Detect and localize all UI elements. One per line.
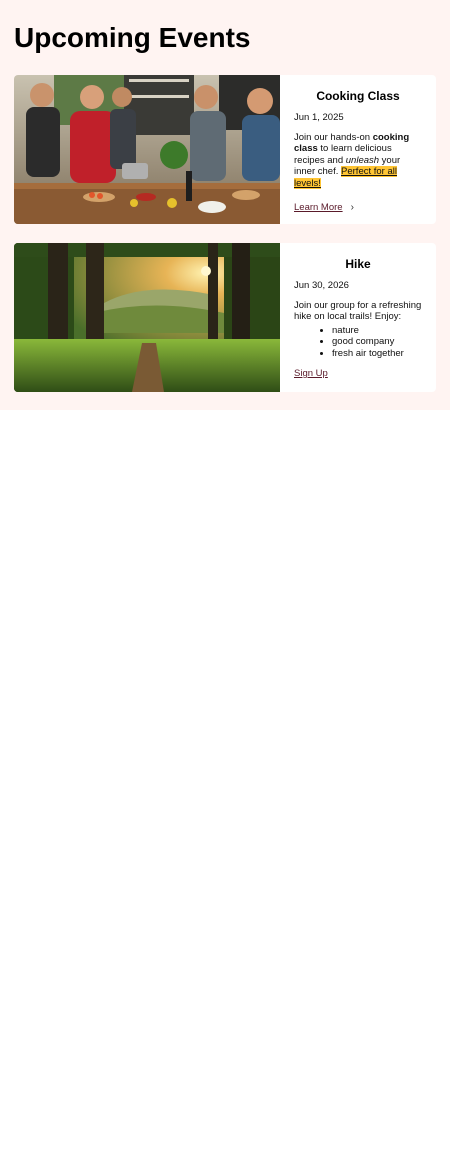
learn-more-link[interactable]: Learn More <box>294 202 343 214</box>
event-date: Jun 1, 2025 <box>294 112 344 123</box>
event-description: Join our hands-on cooking class to learn… <box>294 132 422 190</box>
event-title: Cooking Class <box>316 89 400 103</box>
event-card-body: Hike Jun 30, 2026 Join our group for a r… <box>280 243 436 392</box>
list-item: fresh air together <box>332 348 422 360</box>
cooking-class-image <box>14 75 280 224</box>
sign-up-link[interactable]: Sign Up <box>294 368 328 380</box>
hike-image <box>14 243 280 392</box>
chevron-right-icon: › <box>350 202 354 213</box>
event-description: Join our group for a refreshing hike on … <box>294 299 422 323</box>
event-card-hike: Hike Jun 30, 2026 Join our group for a r… <box>14 243 436 392</box>
enjoy-list: nature good company fresh air together <box>294 325 422 360</box>
event-card-cooking: Cooking Class Jun 1, 2025 Join our hands… <box>14 75 436 224</box>
list-item: good company <box>332 336 422 348</box>
list-item: nature <box>332 325 422 337</box>
event-title: Hike <box>345 257 371 271</box>
cooking-class-photo-icon <box>14 75 280 224</box>
page-title: Upcoming Events <box>14 22 251 53</box>
desc-text: Join our hands-on <box>294 131 373 143</box>
desc-italic-text: unleash <box>345 154 380 166</box>
event-date: Jun 30, 2026 <box>294 280 349 291</box>
page-container: Upcoming Events Cooking Class Jun 1, 202… <box>0 0 450 410</box>
learn-more-label: Learn More <box>294 202 343 213</box>
events-list: Cooking Class Jun 1, 2025 Join our hands… <box>14 75 436 392</box>
forest-trail-photo-icon <box>14 243 280 392</box>
event-card-body: Cooking Class Jun 1, 2025 Join our hands… <box>280 75 436 224</box>
